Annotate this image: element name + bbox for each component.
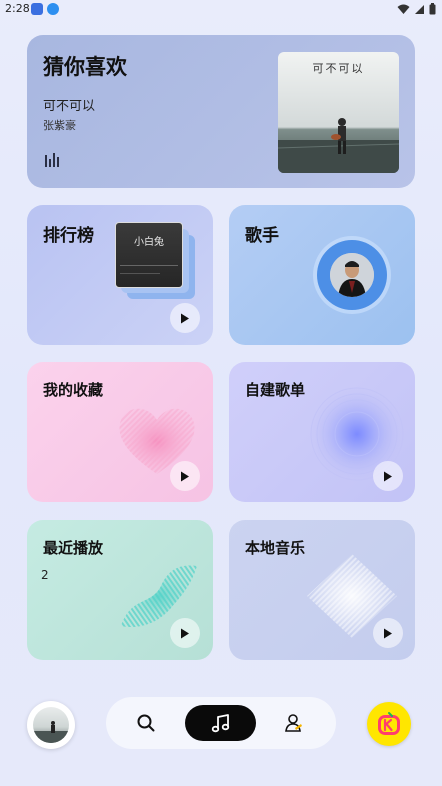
music-note-icon	[211, 714, 230, 733]
search-icon	[137, 714, 155, 732]
album-cover-title: 可不可以	[312, 62, 365, 75]
now-playing-cover	[33, 707, 69, 743]
local-music-card[interactable]: 本地音乐	[229, 520, 415, 660]
battery-icon	[429, 3, 436, 15]
status-bar: 2:28	[0, 0, 442, 18]
playlists-play-button[interactable]	[373, 461, 403, 491]
recently-played-card[interactable]: 最近播放 2	[27, 520, 213, 660]
singer-avatar[interactable]	[330, 253, 374, 297]
brand-logo-icon	[378, 712, 400, 735]
play-icon	[384, 471, 392, 481]
nav-profile-button[interactable]	[282, 711, 306, 735]
local-music-card-title: 本地音乐	[245, 539, 306, 557]
wifi-icon	[397, 4, 410, 14]
equalizer-icon	[45, 153, 59, 167]
profile-icon	[285, 714, 302, 732]
hero-title: 猜你喜欢	[43, 55, 127, 79]
download-notification-icon	[47, 3, 59, 15]
album-cover[interactable]: 可不可以	[278, 52, 399, 173]
guess-you-like-card[interactable]: 猜你喜欢 可不可以 张紫豪 可不可以	[27, 35, 415, 188]
bottom-nav-bar	[106, 697, 336, 749]
playlists-card-title: 自建歌单	[245, 381, 306, 399]
local-music-play-button[interactable]	[373, 618, 403, 648]
hero-song-title: 可不可以	[43, 99, 96, 114]
hero-artist-name: 张紫豪	[43, 119, 76, 132]
play-icon	[181, 313, 189, 323]
favorites-card-title: 我的收藏	[43, 381, 104, 399]
singers-card-title: 歌手	[245, 226, 279, 246]
favorites-card[interactable]: 我的收藏	[27, 362, 213, 502]
charts-card-title: 排行榜	[43, 226, 94, 246]
play-icon	[181, 471, 189, 481]
now-playing-disc[interactable]	[27, 701, 75, 749]
recently-played-count: 2	[41, 568, 49, 582]
chart-thumbnail[interactable]: 小白兔	[115, 222, 183, 288]
nav-search-button[interactable]	[134, 711, 158, 735]
recently-played-play-button[interactable]	[170, 618, 200, 648]
signal-icon	[415, 4, 424, 14]
chart-thumbnail-title: 小白兔	[134, 237, 164, 248]
app-notification-icon	[31, 3, 43, 15]
playlists-card[interactable]: 自建歌单	[229, 362, 415, 502]
status-time: 2:28	[5, 2, 30, 15]
favorites-play-button[interactable]	[170, 461, 200, 491]
play-icon	[384, 628, 392, 638]
singers-card[interactable]: 歌手	[229, 205, 415, 345]
charts-card[interactable]: 排行榜 小白兔	[27, 205, 213, 345]
nav-music-button[interactable]	[185, 705, 256, 741]
charts-play-button[interactable]	[170, 303, 200, 333]
recently-played-card-title: 最近播放	[43, 539, 104, 557]
brand-app-button[interactable]	[367, 702, 411, 746]
status-indicators	[397, 3, 436, 15]
play-icon	[181, 628, 189, 638]
